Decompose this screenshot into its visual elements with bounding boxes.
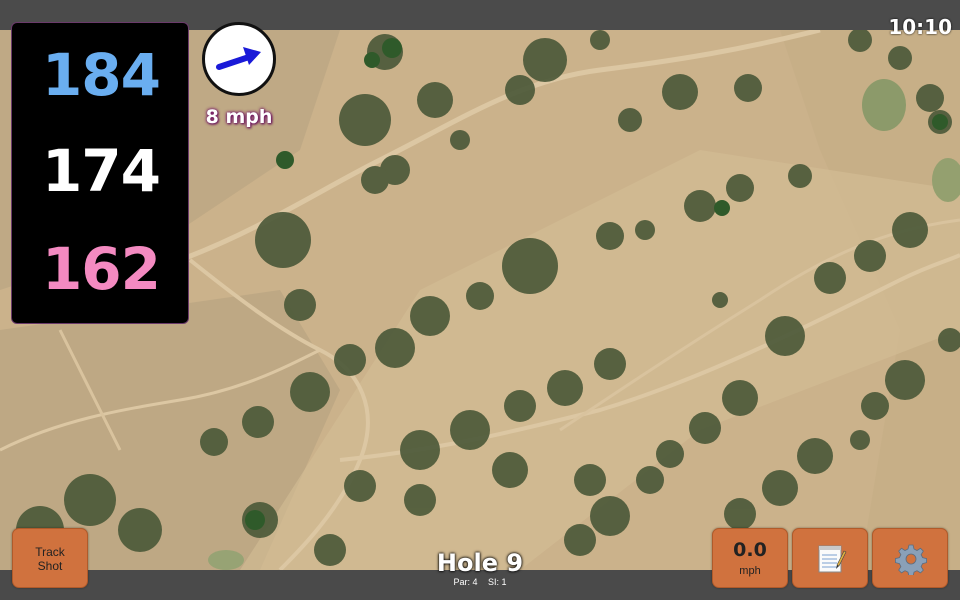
wind-indicator[interactable] [202,22,276,96]
hole-par: Par: 4 [453,577,478,587]
clock-time: 10:10 [888,15,952,39]
back-yardage: 184 [41,41,161,109]
notes-button[interactable] [792,528,868,588]
track-shot-button[interactable]: Track Shot [12,528,88,588]
settings-button[interactable] [872,528,948,588]
middle-yardage: 174 [41,137,161,205]
notepad-icon [818,545,847,573]
speed-button[interactable]: 0.0 mph [712,528,788,588]
hole-info: Par: 4 SI: 1 [380,577,580,587]
hole-title: Hole 9 [436,549,524,577]
wind-speed: 8 mph [205,106,273,128]
wind-arrow-icon [216,47,261,70]
hole-stroke-index: SI: 1 [488,577,507,587]
front-yardage: 162 [41,235,161,303]
speed-unit: mph [739,565,761,577]
speed-value: 0.0 [733,539,767,561]
track-shot-label-line2: Shot [37,559,63,573]
yardage-panel: 184 174 162 [11,22,189,324]
gear-icon [895,544,927,575]
track-shot-label-line1: Track [35,545,65,559]
